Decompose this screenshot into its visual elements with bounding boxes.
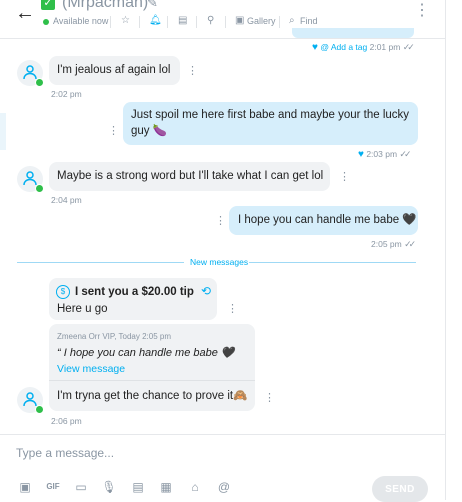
header-separator <box>139 16 140 28</box>
avatar[interactable] <box>17 387 44 414</box>
dollar-coin-icon: $ <box>56 285 70 299</box>
message-time: 2:01 pm <box>369 42 401 52</box>
online-dot <box>35 184 44 193</box>
message-options-icon[interactable]: ⋮ <box>215 216 226 227</box>
contact-name[interactable]: (Mrpacman) <box>62 0 148 12</box>
message-meta: 2:05 pm ✓✓ <box>371 239 416 250</box>
new-messages-divider-label: New messages <box>190 257 249 267</box>
message-text: I'm tryna get the chance to prove it <box>57 390 234 402</box>
microphone-icon[interactable]: 🎙︎ <box>101 479 117 495</box>
header-separator <box>167 16 168 28</box>
user-icon <box>23 392 37 407</box>
quoted-message[interactable]: Zmeena Orr VIP, Today 2:05 pm “ I hope y… <box>49 324 255 380</box>
mention-icon[interactable]: @ <box>216 479 232 495</box>
message-text: I'm jealous af again lol <box>57 64 171 76</box>
quote-author: Zmeena Orr VIP, Today 2:05 pm <box>57 332 171 341</box>
message-time: 2:03 pm <box>366 149 398 159</box>
gallery-button-label[interactable]: Gallery <box>247 16 276 26</box>
back-arrow-icon[interactable]: ← <box>15 2 35 25</box>
message-meta: ♥ 2:03 pm ✓✓ <box>358 149 412 160</box>
heart-icon[interactable]: ♥ <box>358 149 364 160</box>
incoming-message[interactable]: I'm jealous af again lol <box>49 56 180 85</box>
read-receipt-icon: ✓✓ <box>404 239 416 249</box>
message-options-icon[interactable]: ⋮ <box>264 393 275 404</box>
quote-text: “ I hope you can handle me babe 🖤 <box>57 347 235 359</box>
header-separator <box>196 16 197 28</box>
incoming-message[interactable]: I'm tryna get the chance to prove it🙈 <box>49 381 255 411</box>
message-time: 2:04 pm <box>51 195 82 205</box>
message-options-icon[interactable]: ⋮ <box>339 172 350 183</box>
message-text-line2: guy 🍆 <box>131 125 168 137</box>
image-upload-icon[interactable]: ▣ <box>17 479 33 495</box>
tip-title: I sent you a $20.00 tip <box>75 286 194 299</box>
message-meta: ♥ @ Add a tag 2:01 pm ✓✓ <box>312 42 415 53</box>
star-icon[interactable]: ☆ <box>121 15 130 26</box>
tip-message[interactable]: $ I sent you a $20.00 tip Here u go ⟲ <box>49 278 217 320</box>
avatar[interactable] <box>17 60 44 87</box>
find-button-label[interactable]: Find <box>300 16 318 26</box>
gif-icon[interactable]: GIF <box>45 479 61 495</box>
see-no-evil-monkey-emoji: 🙈 <box>233 390 248 402</box>
incoming-message[interactable]: Maybe is a strong word but I'll take wha… <box>49 162 330 191</box>
gallery-icon[interactable]: ▣ <box>235 15 244 26</box>
note-icon[interactable]: ▤ <box>178 15 187 26</box>
message-options-icon[interactable]: ⋮ <box>187 66 198 77</box>
header-separator <box>279 16 280 28</box>
send-button[interactable]: SEND <box>372 476 428 502</box>
add-tag-link[interactable]: @ Add a tag <box>320 42 367 52</box>
new-messages-divider-right <box>249 262 416 263</box>
schedule-icon[interactable]: ▦ <box>158 479 174 495</box>
tip-refresh-icon[interactable]: ⟲ <box>201 284 211 299</box>
edit-name-pencil-icon[interactable]: ✎ <box>147 0 158 11</box>
right-panel-edge <box>445 0 462 500</box>
message-text-line1: Just spoil me here first babe and maybe … <box>131 109 410 121</box>
message-options-icon[interactable]: ⋮ <box>227 304 238 315</box>
view-message-link[interactable]: View message <box>57 363 125 375</box>
user-icon <box>23 171 37 186</box>
search-icon[interactable]: ⌕ <box>289 15 295 26</box>
message-time: 2:02 pm <box>51 89 82 99</box>
video-icon[interactable]: ▭ <box>73 479 89 495</box>
read-receipt-icon: ✓✓ <box>402 42 415 52</box>
avatar[interactable] <box>17 166 44 193</box>
message-time: 2:06 pm <box>51 416 82 426</box>
online-dot <box>35 78 44 87</box>
previous-message-bubble <box>292 28 414 38</box>
online-status-dot <box>43 19 49 25</box>
more-options-icon[interactable]: ⋮ <box>414 3 430 19</box>
outgoing-message[interactable]: Just spoil me here first babe and maybe … <box>123 102 418 145</box>
notification-bell-icon[interactable]: 🔔︎ <box>149 15 162 26</box>
outgoing-message[interactable]: I hope you can handle me babe 🖤 <box>229 206 418 235</box>
price-tag-icon[interactable]: ⌂ <box>187 479 203 495</box>
header-separator <box>110 16 111 28</box>
online-dot <box>35 405 44 414</box>
tip-body: Here u go <box>57 303 108 315</box>
status-text: Available now <box>53 16 109 26</box>
left-panel-edge <box>0 113 6 150</box>
message-input[interactable] <box>14 442 438 464</box>
message-text: I hope you can handle me babe 🖤 <box>238 214 417 226</box>
message-text-row: I'm tryna get the chance to prove it🙈 <box>57 389 247 404</box>
vault-icon[interactable]: ▤ <box>130 479 146 495</box>
verified-check-icon: ✓ <box>41 0 55 10</box>
user-icon <box>23 65 37 80</box>
heart-icon[interactable]: ♥ <box>312 42 318 53</box>
tip-title-row: $ I sent you a $20.00 tip <box>56 285 194 300</box>
new-messages-divider-left <box>17 262 184 263</box>
message-time: 2:05 pm <box>371 239 402 249</box>
read-receipt-icon: ✓✓ <box>399 149 411 159</box>
composer-divider <box>0 434 445 435</box>
message-text: Maybe is a strong word but I'll take wha… <box>57 170 324 182</box>
message-options-icon[interactable]: ⋮ <box>108 126 119 137</box>
pin-icon[interactable]: ⚲ <box>207 15 214 26</box>
header-separator <box>225 16 226 28</box>
